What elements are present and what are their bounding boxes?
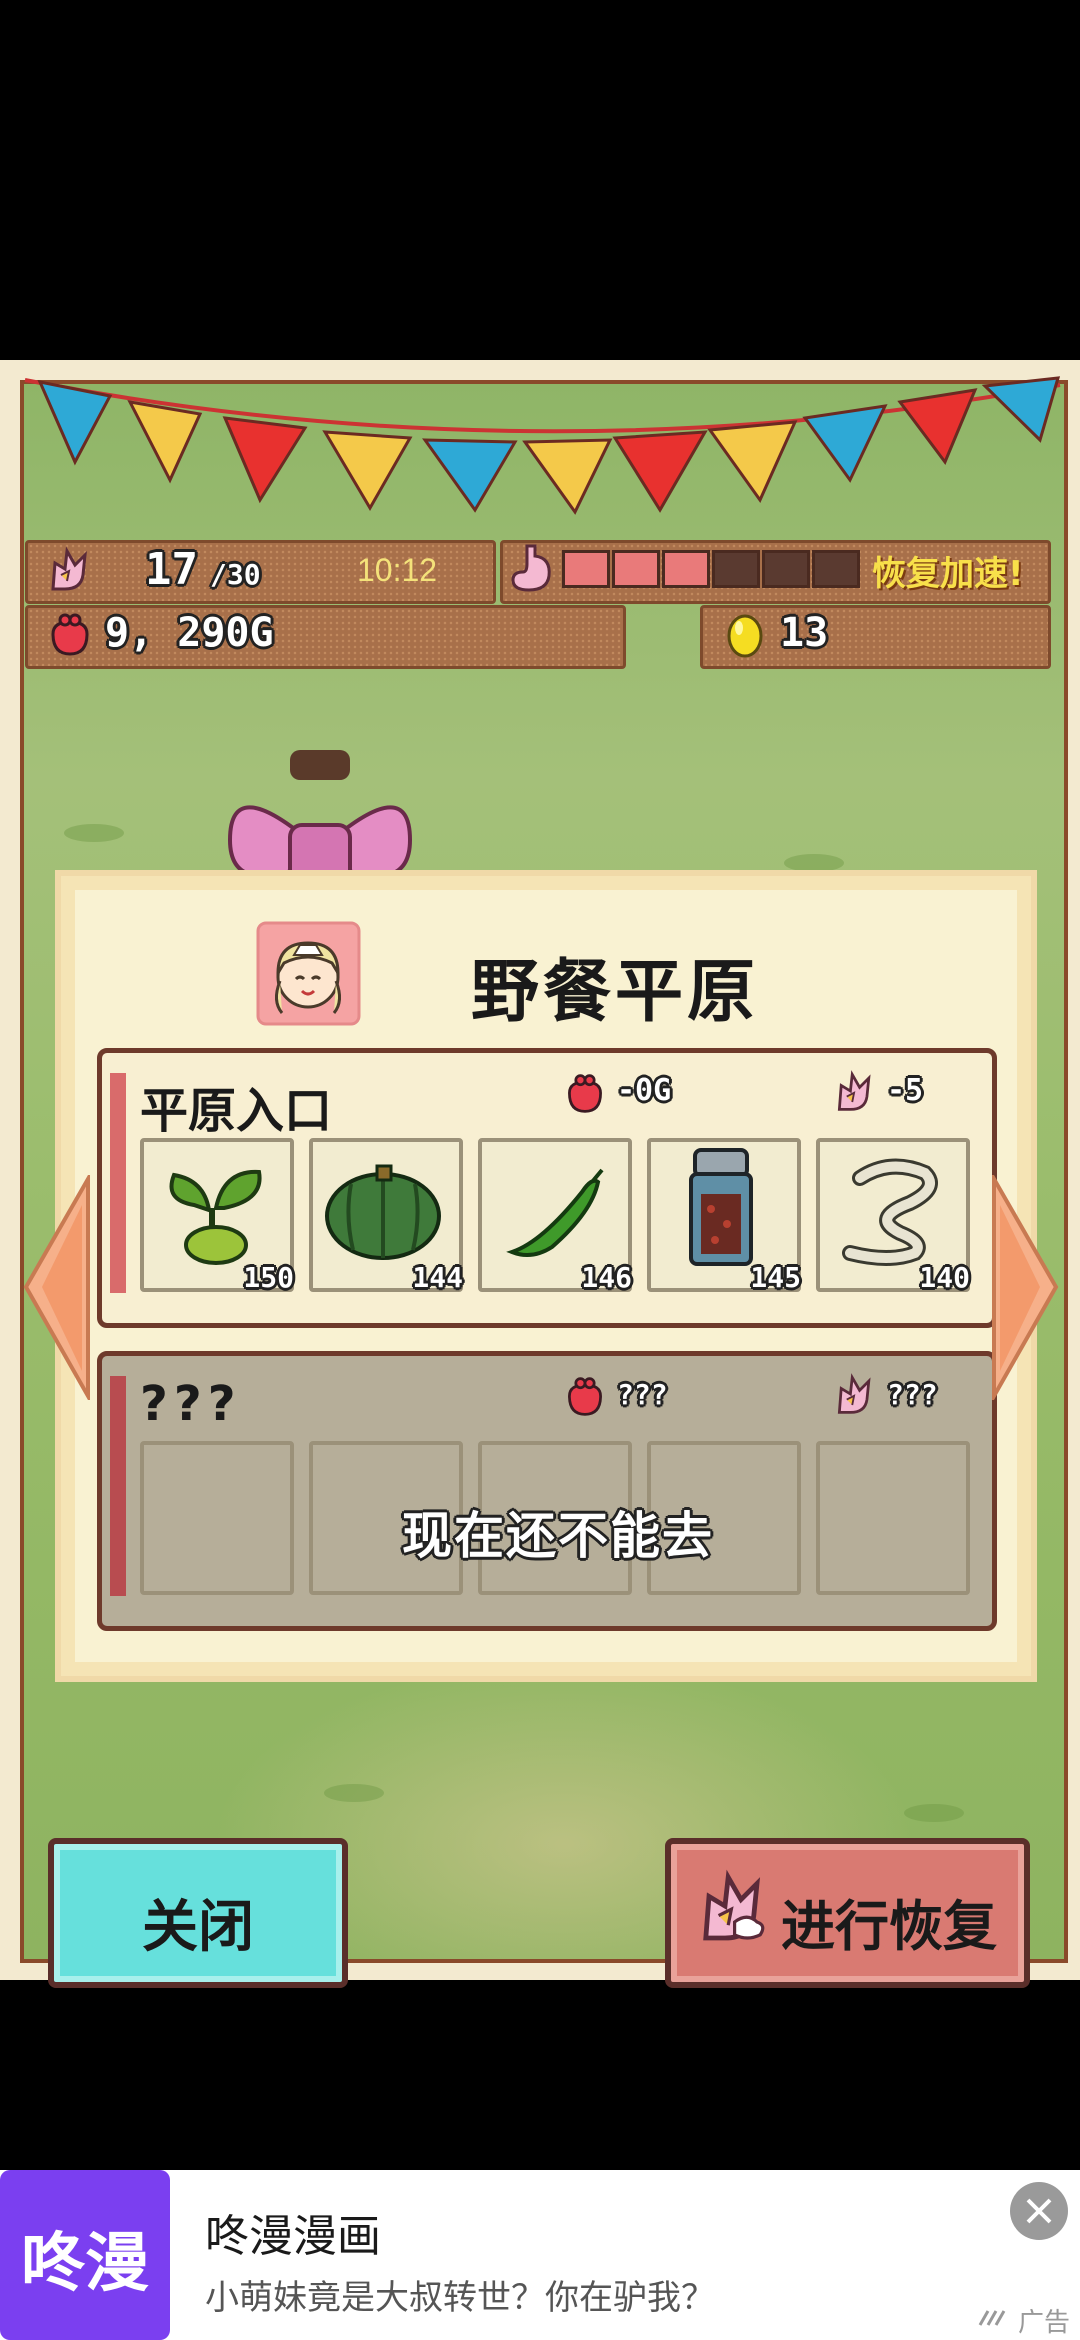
panel-accent-stripe bbox=[110, 1376, 126, 1596]
item-count: 150 bbox=[243, 1261, 294, 1294]
stamina-icon bbox=[703, 1869, 765, 1941]
item-slot[interactable]: 145 bbox=[647, 1138, 801, 1294]
gauge-cell-filled bbox=[562, 550, 610, 588]
close-icon bbox=[1026, 2198, 1052, 2224]
gold-amount: 9, 290G bbox=[105, 610, 274, 656]
pumpkin-icon bbox=[325, 1164, 441, 1260]
area-select-dialog: 野餐平原 平原入口 -0G -5 150 144 146 145 140 ???… bbox=[55, 870, 1037, 1682]
area-panel-locked: ??? ??? ??? 现在还不能去 bbox=[97, 1351, 997, 1631]
item-slot[interactable]: 144 bbox=[309, 1138, 463, 1294]
area-panel-plain-entrance[interactable]: 平原入口 -0G -5 150 144 146 145 140 bbox=[97, 1048, 997, 1328]
dialog-title: 野餐平原 bbox=[471, 953, 760, 1032]
gauge-cell-empty bbox=[762, 550, 810, 588]
next-page-arrow-icon[interactable] bbox=[990, 1175, 1060, 1400]
golden-egg-icon bbox=[727, 614, 763, 658]
gold-purse-icon bbox=[568, 1074, 602, 1113]
ad-app-icon[interactable]: 咚漫 bbox=[0, 2170, 170, 2340]
item-count: 144 bbox=[412, 1261, 463, 1294]
recover-button[interactable]: 进行恢复 bbox=[665, 1838, 1030, 1988]
ad-subtitle: 小萌妹竟是大叔转世？你在驴我？ bbox=[205, 2279, 715, 2317]
locked-message: 现在还不能去 bbox=[402, 1507, 714, 1565]
gauge-cell-filled bbox=[662, 550, 710, 588]
close-button[interactable]: 关闭 bbox=[48, 1838, 348, 1988]
stamina-current: 17 bbox=[145, 544, 198, 595]
sprout-icon bbox=[169, 1169, 262, 1265]
gold-purse-icon bbox=[51, 613, 89, 656]
gold-purse-icon bbox=[568, 1377, 602, 1416]
gauge-cell-filled bbox=[612, 550, 660, 588]
stamina-icon bbox=[51, 546, 87, 591]
area-gold-cost: -0G bbox=[617, 1073, 672, 1108]
ad-banner[interactable]: 咚漫 咚漫漫画 小萌妹竟是大叔转世？你在驴我？ 广告 bbox=[0, 2170, 1080, 2340]
empty-item-slot bbox=[140, 1441, 294, 1595]
stamina-max: /30 bbox=[210, 558, 261, 591]
ad-title: 咚漫漫画 bbox=[205, 2212, 381, 2261]
character-portrait-icon bbox=[256, 921, 361, 1026]
spice-jar-icon bbox=[689, 1148, 753, 1266]
bunting-flags-decoration bbox=[24, 376, 1061, 515]
gauge-cell-empty bbox=[712, 550, 760, 588]
green-bean-icon bbox=[506, 1168, 604, 1258]
recover-speedup-label[interactable]: 恢复加速! bbox=[872, 546, 1024, 595]
stamina-icon bbox=[837, 1373, 871, 1414]
stamina-icon bbox=[837, 1070, 871, 1111]
egg-count: 13 bbox=[780, 610, 829, 656]
item-slot[interactable]: 146 bbox=[478, 1138, 632, 1294]
area-name: 平原入口 bbox=[140, 1083, 333, 1139]
locked-area-name: ??? bbox=[140, 1376, 242, 1432]
stomach-icon bbox=[511, 544, 551, 592]
panel-accent-stripe bbox=[110, 1073, 126, 1293]
locked-area-gold-cost: ??? bbox=[617, 1378, 668, 1411]
close-button-label: 关闭 bbox=[142, 1895, 254, 1960]
item-count: 145 bbox=[750, 1261, 801, 1294]
empty-item-slot bbox=[816, 1441, 970, 1595]
ad-network-logo-icon bbox=[978, 2310, 1006, 2326]
locked-area-stamina-cost: ??? bbox=[887, 1378, 938, 1411]
stamina-timer: 10:12 bbox=[357, 552, 438, 588]
gauge-cell-empty bbox=[812, 550, 860, 588]
noodle-icon bbox=[842, 1158, 938, 1266]
item-count: 146 bbox=[581, 1261, 632, 1294]
ad-tag: 广告 bbox=[1018, 2308, 1071, 2338]
item-slot[interactable]: 150 bbox=[140, 1138, 294, 1294]
recover-button-label: 进行恢复 bbox=[781, 1895, 997, 1958]
previous-page-arrow-icon[interactable] bbox=[22, 1175, 92, 1400]
item-slot[interactable]: 140 bbox=[816, 1138, 970, 1294]
area-stamina-cost: -5 bbox=[887, 1073, 924, 1108]
item-count: 140 bbox=[919, 1261, 970, 1294]
ad-close-button[interactable] bbox=[1010, 2182, 1068, 2240]
ad-app-icon-text: 咚漫 bbox=[21, 2227, 149, 2301]
